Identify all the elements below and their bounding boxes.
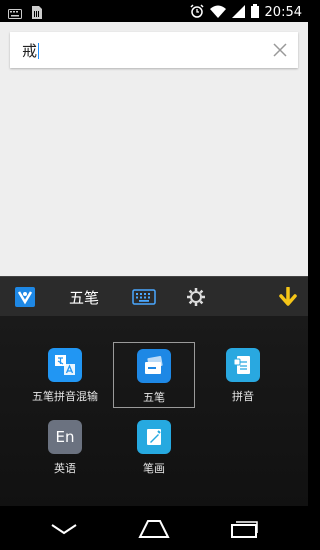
input-method-logo-icon[interactable] — [12, 277, 38, 317]
search-input-value: 戒 — [22, 42, 38, 60]
method-label: 五笔拼音混输 — [32, 390, 98, 403]
alarm-icon — [190, 3, 204, 22]
wifi-icon — [209, 3, 226, 22]
translate-icon — [48, 348, 82, 382]
current-method-label[interactable]: 五笔 — [60, 277, 108, 317]
input-method-panel: 五笔拼音混输 五笔 拼音 En 英语 笔画 — [0, 316, 308, 506]
recents-icon[interactable] — [224, 516, 264, 542]
method-label: 五笔 — [143, 391, 165, 404]
arrow-down-icon[interactable] — [276, 277, 300, 317]
keyboard-toolbar: 五笔 — [0, 276, 308, 316]
app-content-area: 戒 — [0, 22, 308, 276]
keyboard-icon — [8, 4, 22, 23]
method-label: 拼音 — [232, 390, 254, 403]
gear-icon[interactable] — [184, 277, 208, 317]
sim-card-icon — [32, 4, 42, 23]
back-icon[interactable] — [44, 516, 84, 542]
method-pinyin[interactable]: 拼音 — [202, 342, 284, 408]
clock-time: 20:54 — [264, 4, 302, 20]
text-cursor — [38, 42, 40, 59]
method-english[interactable]: En 英语 — [24, 414, 106, 480]
method-label: 笔画 — [143, 462, 165, 475]
stroke-icon — [137, 420, 171, 454]
method-stroke[interactable]: 笔画 — [113, 414, 195, 480]
home-icon[interactable] — [134, 516, 174, 542]
document-icon — [226, 348, 260, 382]
method-label: 英语 — [54, 462, 76, 475]
keyboard-icon[interactable] — [130, 277, 158, 317]
status-bar: 20:54 — [0, 0, 308, 22]
close-icon[interactable] — [270, 40, 290, 60]
keyboard-cards-icon — [137, 349, 171, 383]
method-wubi-pinyin[interactable]: 五笔拼音混输 — [24, 342, 106, 408]
search-input[interactable]: 戒 — [10, 32, 298, 68]
method-wubi[interactable]: 五笔 — [113, 342, 195, 408]
english-icon-text: En — [55, 428, 75, 446]
battery-icon — [250, 3, 259, 22]
signal-icon — [231, 3, 245, 22]
english-icon: En — [48, 420, 82, 454]
navigation-bar — [0, 506, 308, 550]
